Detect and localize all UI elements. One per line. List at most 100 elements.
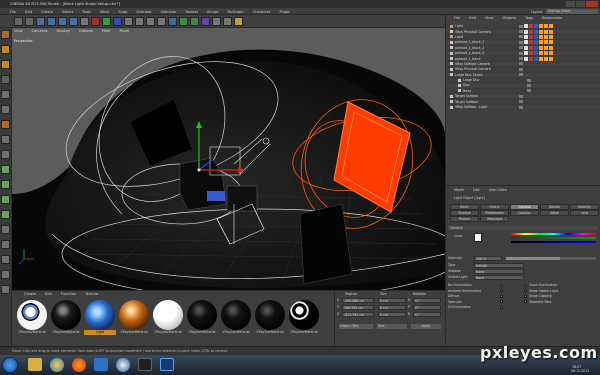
viewport-menu-item-3[interactable]: Options (79, 29, 93, 33)
coord-size-field[interactable]: 0 cm (378, 305, 406, 310)
workplane-icon[interactable] (1, 75, 10, 84)
object-visibility-dots[interactable] (519, 62, 523, 66)
attribute-tab[interactable]: Caustics (510, 210, 539, 216)
tweak-mode-icon[interactable] (1, 150, 10, 159)
object-tag-icon[interactable] (544, 40, 548, 45)
camera-icon[interactable] (223, 17, 232, 26)
object-tag-icon[interactable] (549, 40, 553, 45)
object-tag-icon[interactable] (529, 34, 533, 39)
object-visibility-dots[interactable] (519, 100, 523, 104)
attribute-checkbox-row[interactable]: Show Visible Light (524, 289, 599, 293)
attribute-tab[interactable]: Shadow (450, 210, 479, 216)
attribute-tab[interactable]: VRaylight (480, 216, 509, 222)
attribute-menu-item-2[interactable]: User Data (489, 188, 507, 192)
object-tag-icon[interactable] (549, 51, 553, 56)
viewport-menu-item-4[interactable]: Filter (102, 29, 111, 33)
maximize-button[interactable] (576, 1, 585, 7)
object-tag-icon[interactable] (524, 45, 528, 50)
object-visibility-dots[interactable] (519, 35, 523, 39)
attribute-menu-item-1[interactable]: Edit (473, 188, 480, 192)
taskbar-folder-icon[interactable] (28, 358, 42, 371)
model-mode-icon[interactable] (1, 45, 10, 54)
object-tag-icon[interactable] (534, 56, 538, 61)
coord-size-field[interactable]: 0 cm (378, 298, 406, 303)
object-tag-icon[interactable] (544, 56, 548, 61)
object-menu-item-1[interactable]: Edit (469, 16, 476, 20)
viewport-menu-item-5[interactable]: Panel (120, 29, 130, 33)
menu-item-1[interactable]: Edit (25, 10, 32, 14)
attribute-checkbox-row[interactable]: Separate Pass (524, 300, 599, 304)
checkbox[interactable] (524, 283, 527, 287)
array-icon[interactable] (190, 17, 199, 26)
intensity-field[interactable]: 100 % (474, 256, 502, 261)
menu-item-10[interactable]: Sculpt (207, 10, 218, 14)
taskbar-mail-icon[interactable] (94, 358, 108, 371)
viewport-menu-item-2[interactable]: Display (57, 29, 70, 33)
object-menu-item-5[interactable]: Bookmarks (542, 16, 562, 20)
object-tag-icon[interactable] (529, 40, 533, 45)
object-tag-icon[interactable] (534, 45, 538, 50)
checkbox[interactable] (500, 294, 503, 298)
start-button[interactable] (2, 357, 18, 373)
material-swatch[interactable]: VRayAdvMaterial (288, 300, 320, 335)
attribute-tab[interactable]: Lens (570, 210, 599, 216)
object-tag-icon[interactable] (539, 45, 543, 50)
taskbar-firefox-icon[interactable] (72, 358, 86, 372)
checkbox[interactable] (500, 289, 503, 292)
menu-item-12[interactable]: Character (253, 10, 271, 14)
object-tag-icon[interactable] (524, 34, 528, 39)
material-swatch[interactable]: Light (84, 300, 116, 335)
attribute-tab[interactable]: Coord. (480, 204, 509, 210)
coord-mode-select[interactable]: Object (Rel) (339, 324, 373, 329)
checkbox[interactable] (524, 294, 527, 298)
object-menu-item-0[interactable]: File (454, 16, 460, 20)
object-visibility-dots[interactable] (519, 24, 523, 28)
x-axis-icon[interactable] (91, 17, 100, 26)
material-swatch[interactable]: VRayAdvMaterial (254, 300, 286, 335)
object-tag-icon[interactable] (524, 51, 528, 56)
coord-rotation-field[interactable]: 0 ° (413, 305, 441, 310)
viewport-menu[interactable]: View Cameras Display Options Filter Panel (14, 29, 214, 33)
minimize-button[interactable] (566, 1, 575, 7)
object-tag-icon[interactable] (539, 51, 543, 56)
menu-item-0[interactable]: File (10, 10, 16, 14)
attribute-menu-item-0[interactable]: Mode (454, 188, 464, 192)
object-tag-icon[interactable] (539, 24, 543, 29)
viewport-canvas[interactable] (12, 44, 445, 290)
solo-icon[interactable] (1, 165, 10, 174)
checkbox[interactable] (500, 283, 503, 287)
object-visibility-dots[interactable] (519, 40, 523, 44)
points-mode-icon[interactable] (1, 90, 10, 99)
locked-workplane-icon[interactable] (1, 225, 10, 234)
object-tag-icon[interactable] (529, 24, 533, 29)
last-tool-icon[interactable] (80, 17, 89, 26)
nurbs-icon[interactable] (179, 17, 188, 26)
attribute-tab[interactable]: Basic (450, 204, 479, 210)
object-tag-icon[interactable] (549, 34, 553, 39)
make-editable-icon[interactable] (1, 30, 10, 39)
attribute-tab[interactable]: Details (540, 204, 569, 210)
object-tag-icon[interactable] (549, 24, 553, 29)
menu-item-11[interactable]: MoGraph (227, 10, 243, 14)
attribute-tab[interactable]: Project (450, 216, 479, 222)
object-tag-icon[interactable] (539, 40, 543, 45)
material-menu-item-2[interactable]: Function (61, 292, 76, 296)
checkbox[interactable] (524, 300, 527, 303)
object-visibility-dots[interactable] (519, 57, 523, 61)
color-swatch[interactable] (474, 233, 482, 242)
object-menu-item-3[interactable]: Objects (503, 16, 517, 20)
taskbar-app-icon[interactable] (138, 358, 152, 371)
attribute-checkbox-row[interactable]: Show Clipping (524, 294, 599, 298)
object-tag-icon[interactable] (544, 29, 548, 34)
select-icon[interactable] (36, 17, 45, 26)
object-tag-icon[interactable] (524, 56, 528, 61)
object-visibility-dots[interactable] (527, 89, 531, 93)
coord-size-select[interactable]: Size (377, 324, 407, 329)
object-tag-icon[interactable] (539, 34, 543, 39)
object-tag-icon[interactable] (544, 24, 548, 29)
coord-position-field[interactable]: 108.342 cm (342, 305, 374, 310)
attribute-checkbox-row[interactable]: GI Illumination (448, 305, 518, 309)
enable-axis-icon[interactable] (1, 210, 10, 219)
object-visibility-dots[interactable] (519, 73, 523, 77)
color-slider-h[interactable] (511, 233, 596, 235)
